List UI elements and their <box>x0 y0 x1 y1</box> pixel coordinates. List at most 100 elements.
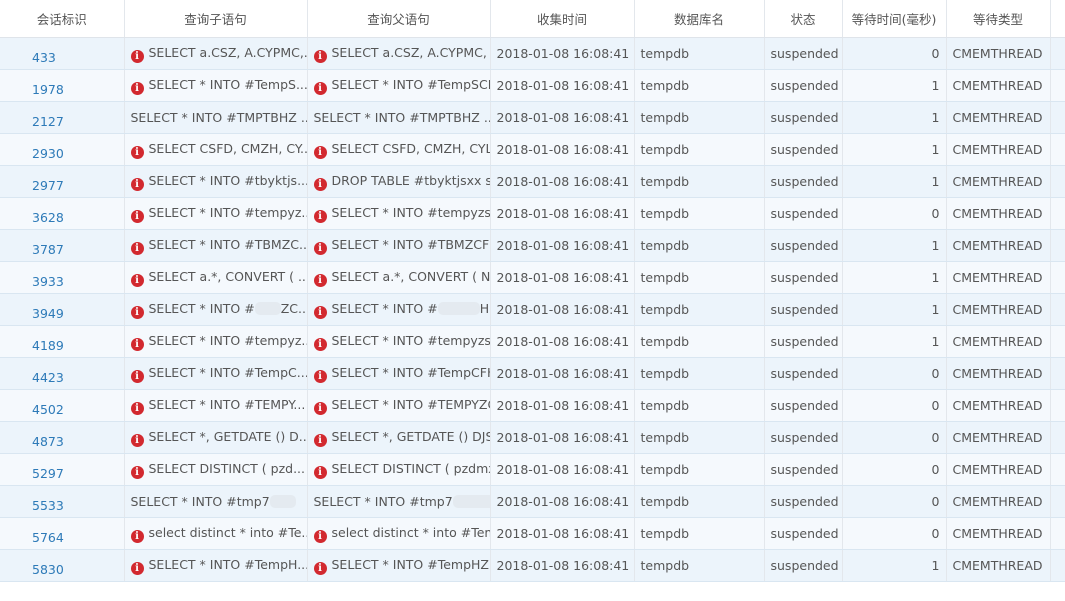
parent-statement-cell[interactable]: i SELECT * INTO #tempyzsq... <box>307 197 491 230</box>
parent-statement-cell[interactable]: SELECT * INTO #TMPTBHZ ... <box>307 101 491 134</box>
session-id-link[interactable]: 3787 <box>0 229 125 262</box>
col-header-database[interactable]: 数据库名 <box>634 0 765 38</box>
error-icon[interactable]: i <box>130 241 144 255</box>
session-id-link[interactable]: 1978 <box>0 69 125 102</box>
error-icon[interactable]: i <box>130 465 144 479</box>
error-icon[interactable]: i <box>130 401 144 415</box>
table-row[interactable]: 4423 i SELECT * INTO #TempC... i SELECT * IN… <box>0 357 1065 390</box>
parent-statement-cell[interactable]: i SELECT * INTO #TBMZCFH... <box>307 229 491 262</box>
error-icon[interactable]: i <box>130 369 144 383</box>
child-statement-cell[interactable]: i SELECT DISTINCT ( pzd... <box>124 453 308 486</box>
col-header-wait-time[interactable]: 等待时间(毫秒) <box>842 0 947 38</box>
error-icon[interactable]: i <box>130 81 144 95</box>
table-row[interactable]: 1978 i SELECT * INTO #TempS... i SELECT * IN… <box>0 69 1065 102</box>
error-icon[interactable]: i <box>130 209 144 223</box>
col-header-wait-type[interactable]: 等待类型 <box>946 0 1051 38</box>
table-row[interactable]: 5764 i select distinct * into #Te... i selec… <box>0 517 1065 550</box>
col-header-session-id[interactable]: 会话标识 <box>0 0 125 38</box>
child-statement-cell[interactable]: SELECT * INTO #tmp7 <box>124 485 308 518</box>
table-row[interactable]: 4873 i SELECT *, GETDATE () D... i SELECT *,… <box>0 421 1065 454</box>
session-id-link[interactable]: 4189 <box>0 325 125 358</box>
table-row[interactable]: 4502 i SELECT * INTO #TEMPY... i SELECT * IN… <box>0 389 1065 422</box>
child-statement-cell[interactable]: i SELECT * INTO #TEMPY... <box>124 389 308 422</box>
col-header-child-statement[interactable]: 查询子语句 <box>124 0 308 38</box>
session-id-link[interactable]: 2127 <box>0 101 125 134</box>
parent-statement-cell[interactable]: i SELECT * INTO #TempCFH... <box>307 357 491 390</box>
child-statement-cell[interactable]: i SELECT * INTO #TempS... <box>124 69 308 102</box>
table-row[interactable]: 3933 i SELECT a.*, CONVERT ( ... i SELECT a.… <box>0 261 1065 294</box>
error-icon[interactable]: i <box>313 305 327 319</box>
table-row[interactable]: 5297 i SELECT DISTINCT ( pzd... i SELECT DIS… <box>0 453 1065 486</box>
table-row[interactable]: 5533 SELECT * INTO #tmp7 SELECT * INTO #tm… <box>0 485 1065 518</box>
parent-statement-cell[interactable]: i SELECT * INTO # H... <box>307 293 491 326</box>
error-icon[interactable]: i <box>313 561 327 575</box>
parent-statement-cell[interactable]: i SELECT * INTO #TempHZ f... <box>307 549 491 582</box>
session-id-link[interactable]: 5297 <box>0 453 125 486</box>
child-statement-cell[interactable]: i SELECT * INTO #tbyktjs... <box>124 165 308 198</box>
parent-statement-cell[interactable]: i SELECT a.*, CONVERT ( NU... <box>307 261 491 294</box>
error-icon[interactable]: i <box>130 337 144 351</box>
parent-statement-cell[interactable]: i SELECT a.CSZ, A.CYPMC, a.... <box>307 37 491 70</box>
session-id-link[interactable]: 3628 <box>0 197 125 230</box>
parent-statement-cell[interactable]: i DROP TABLE #tbyktjsxx sel... <box>307 165 491 198</box>
child-statement-cell[interactable]: i SELECT CSFD, CMZH, CY... <box>124 133 308 166</box>
table-row[interactable]: 433 i SELECT a.CSZ, A.CYPMC,... i SELECT a.C… <box>0 37 1065 70</box>
table-row[interactable]: 5830 i SELECT * INTO #TempH... i SELECT * IN… <box>0 549 1065 582</box>
child-statement-cell[interactable]: i SELECT * INTO #TBMZC... <box>124 229 308 262</box>
session-id-link[interactable]: 2977 <box>0 165 125 198</box>
child-statement-cell[interactable]: i SELECT * INTO #tempyz... <box>124 197 308 230</box>
child-statement-cell[interactable]: i SELECT * INTO #TempC... <box>124 357 308 390</box>
error-icon[interactable]: i <box>130 561 144 575</box>
session-id-link[interactable]: 4423 <box>0 357 125 390</box>
error-icon[interactable]: i <box>313 177 327 191</box>
error-icon[interactable]: i <box>130 433 144 447</box>
child-statement-cell[interactable]: i SELECT * INTO #TempH... <box>124 549 308 582</box>
parent-statement-cell[interactable]: i SELECT * INTO #TEMPYZCF... <box>307 389 491 422</box>
child-statement-cell[interactable]: i SELECT a.*, CONVERT ( ... <box>124 261 308 294</box>
error-icon[interactable]: i <box>313 273 327 287</box>
error-icon[interactable]: i <box>130 177 144 191</box>
error-icon[interactable]: i <box>130 305 144 319</box>
session-id-link[interactable]: 3933 <box>0 261 125 294</box>
session-id-link[interactable]: 2930 <box>0 133 125 166</box>
error-icon[interactable]: i <box>313 241 327 255</box>
error-icon[interactable]: i <box>313 337 327 351</box>
parent-statement-cell[interactable]: i select distinct * into #Temp... <box>307 517 491 550</box>
col-header-parent-statement[interactable]: 查询父语句 <box>307 0 491 38</box>
session-id-link[interactable]: 5533 <box>0 485 125 518</box>
parent-statement-cell[interactable]: i SELECT * INTO #TempSCB... <box>307 69 491 102</box>
child-statement-cell[interactable]: i select distinct * into #Te... <box>124 517 308 550</box>
col-header-status[interactable]: 状态 <box>764 0 843 38</box>
session-id-link[interactable]: 4502 <box>0 389 125 422</box>
session-id-link[interactable]: 433 <box>0 37 125 70</box>
session-id-link[interactable]: 5830 <box>0 549 125 582</box>
parent-statement-cell[interactable]: SELECT * INTO #tmp7... <box>307 485 491 518</box>
error-icon[interactable]: i <box>313 145 327 159</box>
parent-statement-cell[interactable]: i SELECT CSFD, CMZH, CYLH,... <box>307 133 491 166</box>
table-row[interactable]: 2127 SELECT * INTO #TMPTBHZ ... SELECT * I… <box>0 101 1065 134</box>
col-header-collect-time[interactable]: 收集时间 <box>490 0 635 38</box>
error-icon[interactable]: i <box>313 369 327 383</box>
table-row[interactable]: 2977 i SELECT * INTO #tbyktjs... i DROP TABL… <box>0 165 1065 198</box>
error-icon[interactable]: i <box>313 433 327 447</box>
child-statement-cell[interactable]: i SELECT * INTO # ZC... <box>124 293 308 326</box>
table-row[interactable]: 3949 i SELECT * INTO # ZC... i SELECT * INTO … <box>0 293 1065 326</box>
error-icon[interactable]: i <box>313 465 327 479</box>
parent-statement-cell[interactable]: i SELECT * INTO #tempyzsq... <box>307 325 491 358</box>
table-row[interactable]: 3628 i SELECT * INTO #tempyz... i SELECT * I… <box>0 197 1065 230</box>
error-icon[interactable]: i <box>130 49 144 63</box>
session-id-link[interactable]: 4873 <box>0 421 125 454</box>
parent-statement-cell[interactable]: i SELECT *, GETDATE () DJSS... <box>307 421 491 454</box>
child-statement-cell[interactable]: SELECT * INTO #TMPTBHZ ... <box>124 101 308 134</box>
error-icon[interactable]: i <box>130 273 144 287</box>
error-icon[interactable]: i <box>313 81 327 95</box>
error-icon[interactable]: i <box>313 529 327 543</box>
table-row[interactable]: 2930 i SELECT CSFD, CMZH, CY... i SELECT CSF… <box>0 133 1065 166</box>
child-statement-cell[interactable]: i SELECT * INTO #tempyz... <box>124 325 308 358</box>
error-icon[interactable]: i <box>130 529 144 543</box>
error-icon[interactable]: i <box>313 401 327 415</box>
session-id-link[interactable]: 5764 <box>0 517 125 550</box>
error-icon[interactable]: i <box>313 209 327 223</box>
session-id-link[interactable]: 3949 <box>0 293 125 326</box>
table-row[interactable]: 3787 i SELECT * INTO #TBMZC... i SELECT * IN… <box>0 229 1065 262</box>
